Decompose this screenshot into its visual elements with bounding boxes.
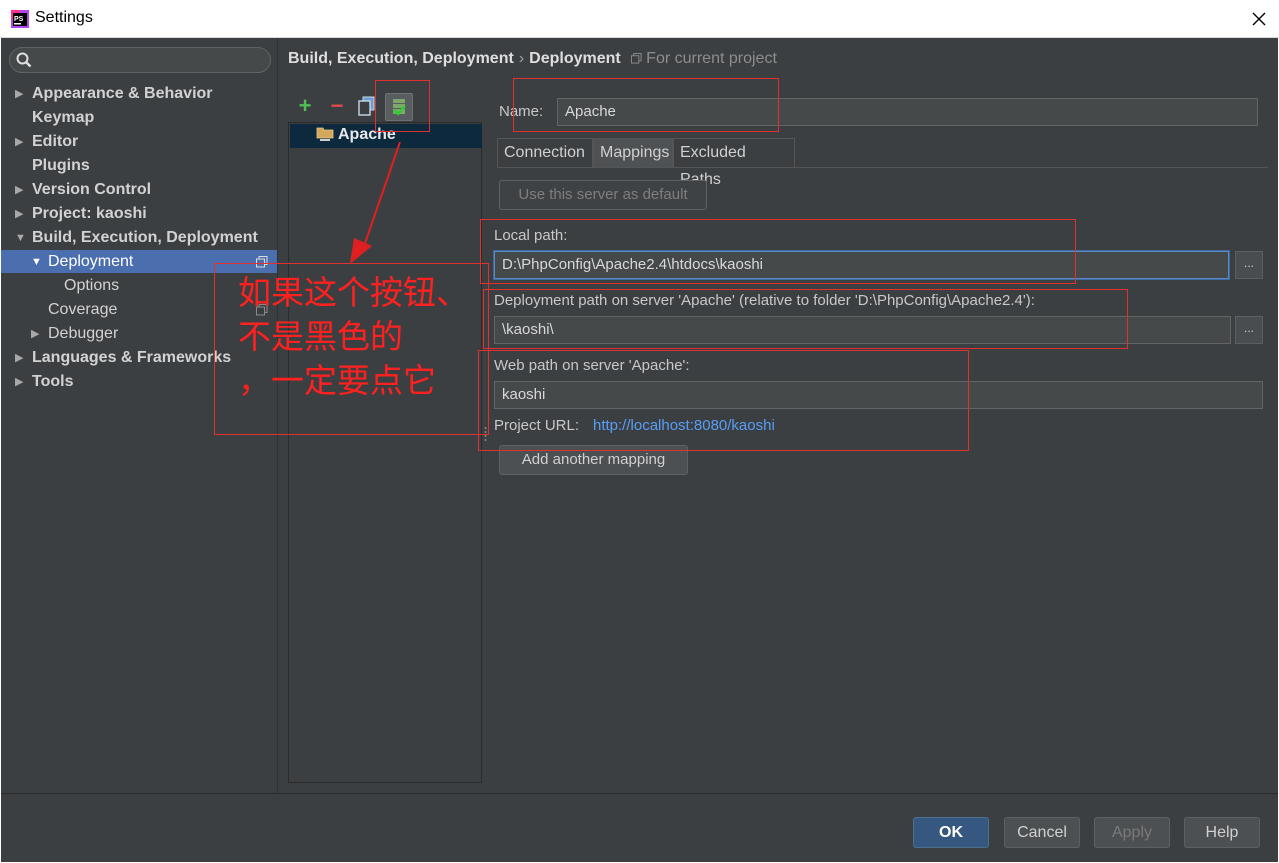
settings-search-input[interactable] — [9, 47, 271, 73]
browse-local-path-button[interactable]: ... — [1235, 251, 1263, 279]
add-server-button[interactable]: + — [293, 93, 317, 118]
breadcrumb-separator: › — [518, 50, 525, 67]
apply-button[interactable]: Apply — [1094, 817, 1170, 848]
tree-item-appearance[interactable]: ▶ Appearance & Behavior — [0, 82, 277, 106]
project-scope-icon — [631, 53, 642, 64]
cancel-button[interactable]: Cancel — [1004, 817, 1080, 848]
ok-button[interactable]: OK — [913, 817, 989, 848]
tree-item-build-execution-deployment[interactable]: ▼ Build, Execution, Deployment — [0, 226, 277, 250]
expand-arrow-icon[interactable]: ▶ — [15, 370, 27, 394]
use-as-default-server-button[interactable]: Use this server as default — [499, 180, 707, 210]
help-button[interactable]: Help — [1184, 817, 1260, 848]
tab-mappings[interactable]: Mappings — [593, 138, 673, 167]
remove-server-button[interactable]: − — [325, 93, 349, 118]
browse-deployment-path-button[interactable]: ... — [1235, 316, 1263, 344]
collapse-arrow-icon[interactable]: ▼ — [31, 250, 43, 274]
close-window-button[interactable] — [1240, 0, 1278, 38]
search-icon — [16, 52, 32, 68]
tab-excluded-paths[interactable]: Excluded Paths — [673, 138, 795, 188]
tree-item-editor[interactable]: ▶ Editor — [0, 130, 277, 154]
expand-arrow-icon[interactable]: ▶ — [15, 82, 27, 106]
phpstorm-app-icon: PS — [11, 10, 29, 28]
copy-icon — [358, 96, 375, 116]
annotation-line-2: 不是黑色的 — [238, 317, 403, 356]
expand-arrow-icon[interactable]: ▶ — [15, 346, 27, 370]
tree-item-version-control[interactable]: ▶ Version Control — [0, 178, 277, 202]
breadcrumb-parent: Build, Execution, Deployment — [288, 50, 514, 67]
breadcrumb-current: Deployment — [529, 50, 621, 67]
dialog-button-bar — [1, 793, 1278, 862]
sftp-server-icon — [316, 127, 334, 141]
tree-item-keymap[interactable]: Keymap — [0, 106, 277, 130]
tab-connection[interactable]: Connection — [497, 138, 593, 167]
expand-arrow-icon[interactable]: ▶ — [31, 322, 43, 346]
title-bar: PS Settings — [0, 0, 1279, 38]
annotation-line-3: ，一定要点它 — [238, 361, 436, 400]
annotation-arrow-icon — [350, 141, 401, 264]
close-icon — [1252, 12, 1266, 26]
collapse-arrow-icon[interactable]: ▼ — [15, 226, 27, 250]
svg-text:PS: PS — [14, 16, 24, 23]
annotation-line-1: 如果这个按钮、 — [238, 273, 469, 312]
annotation-box-deployment-path — [483, 289, 1128, 349]
expand-arrow-icon[interactable]: ▶ — [15, 130, 27, 154]
annotation-box-toolbar-button — [375, 80, 430, 132]
tree-item-project[interactable]: ▶ Project: kaoshi — [0, 202, 277, 226]
scope-note: For current project — [625, 50, 777, 67]
annotation-box-web-path — [478, 350, 969, 451]
window-title: Settings — [35, 9, 93, 26]
annotation-box-local-path — [480, 219, 1076, 284]
tab-underline — [497, 167, 1268, 168]
tree-item-plugins[interactable]: Plugins — [0, 154, 277, 178]
annotation-note: 如果这个按钮、 不是黑色的 ，一定要点它 — [238, 271, 488, 403]
expand-arrow-icon[interactable]: ▶ — [15, 202, 27, 226]
breadcrumb: Build, Execution, Deployment › Deployment … — [288, 50, 777, 68]
annotation-box-name — [513, 78, 779, 132]
expand-arrow-icon[interactable]: ▶ — [15, 178, 27, 202]
